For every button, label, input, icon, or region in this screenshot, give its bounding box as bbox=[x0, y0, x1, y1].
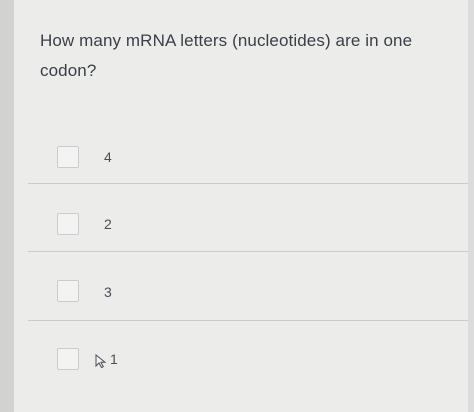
answer-option-4[interactable]: 1 bbox=[28, 326, 468, 394]
question-text: How many mRNA letters (nucleotides) are … bbox=[40, 31, 413, 80]
question-card: How many mRNA letters (nucleotides) are … bbox=[14, 0, 468, 412]
option-checkbox[interactable] bbox=[57, 348, 79, 370]
page-margin bbox=[0, 0, 14, 412]
option-label: 3 bbox=[104, 284, 112, 300]
answer-option-3[interactable]: 3 bbox=[28, 258, 468, 326]
option-label: 1 bbox=[110, 351, 118, 367]
answer-option-2[interactable]: 2 bbox=[28, 190, 468, 258]
option-divider bbox=[28, 183, 468, 184]
answer-option-1[interactable]: 4 bbox=[28, 122, 468, 190]
option-label: 4 bbox=[104, 149, 112, 165]
option-divider bbox=[28, 251, 468, 252]
option-checkbox[interactable] bbox=[57, 280, 79, 302]
pointer-cursor-icon bbox=[95, 354, 107, 368]
option-label: 2 bbox=[104, 216, 112, 232]
option-checkbox[interactable] bbox=[57, 213, 79, 235]
option-divider bbox=[28, 320, 468, 321]
option-checkbox[interactable] bbox=[57, 146, 79, 168]
